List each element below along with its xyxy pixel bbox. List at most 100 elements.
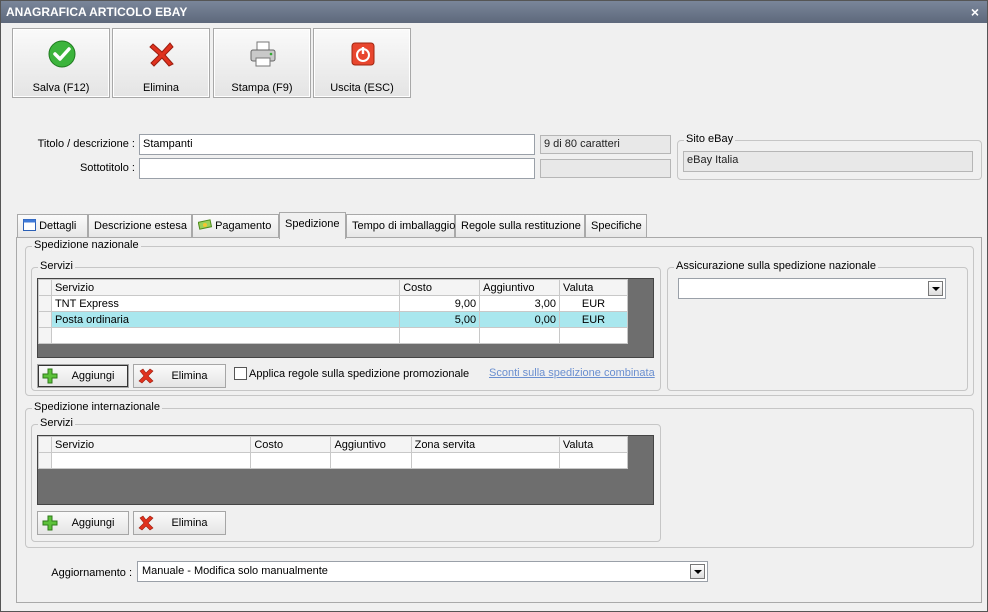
column-header[interactable]: Servizio xyxy=(50,279,401,296)
international-delete-label: Elimina xyxy=(171,517,208,529)
row-header xyxy=(38,295,52,312)
tab-pagamento[interactable]: Pagamento xyxy=(192,214,279,238)
title-char-counter: 9 di 80 caratteri xyxy=(540,135,671,154)
close-icon[interactable]: × xyxy=(971,1,979,23)
table-row[interactable]: TNT Express 9,00 3,00 EUR xyxy=(38,295,628,312)
cell-servizio[interactable] xyxy=(51,452,252,469)
cell-costo[interactable]: 5,00 xyxy=(399,311,481,328)
cell-aggiuntivo[interactable] xyxy=(479,327,561,344)
tab-spedizione[interactable]: Spedizione xyxy=(279,212,346,239)
tab-regole-restituzione[interactable]: Regole sulla restituzione xyxy=(455,214,585,238)
update-select[interactable]: Manuale - Modifica solo manualmente xyxy=(137,561,708,582)
ebay-site-value: eBay Italia xyxy=(683,151,973,172)
cell-servizio[interactable]: TNT Express xyxy=(50,295,401,312)
delete-x-icon xyxy=(138,515,154,531)
promo-rules-checkbox[interactable] xyxy=(234,367,247,380)
cell-servizio[interactable]: Posta ordinaria xyxy=(50,311,401,328)
row-header xyxy=(38,311,52,328)
window: ANAGRAFICA ARTICOLO EBAY × Salva (F12) E… xyxy=(0,0,988,612)
cell-valuta[interactable] xyxy=(559,327,628,344)
ebay-site-group: Sito eBay eBay Italia xyxy=(677,133,982,180)
national-add-button[interactable]: Aggiungi xyxy=(37,364,129,388)
promo-rules-label: Applica regole sulla spedizione promozio… xyxy=(249,368,470,380)
update-select-value: Manuale - Modifica solo manualmente xyxy=(142,565,328,577)
subtitle-label: Sottotitolo : xyxy=(79,162,135,174)
row-header xyxy=(37,436,53,453)
title-bar: ANAGRAFICA ARTICOLO EBAY × xyxy=(1,1,987,23)
international-services-legend: Servizi xyxy=(38,417,76,429)
tab-descrizione-estesa-label: Descrizione estesa xyxy=(94,220,187,232)
column-header[interactable]: Valuta xyxy=(559,279,628,296)
print-button[interactable]: Stampa (F9) xyxy=(213,28,311,98)
row-header xyxy=(38,327,52,344)
ebay-site-legend: Sito eBay xyxy=(684,133,736,145)
cell-aggiuntivo[interactable] xyxy=(330,452,412,469)
tab-pagamento-label: Pagamento xyxy=(215,220,272,232)
table-row-new[interactable] xyxy=(37,452,629,469)
cell-valuta[interactable]: EUR xyxy=(559,311,628,328)
national-add-label: Aggiungi xyxy=(71,370,115,382)
international-services-grid: Servizio Costo Aggiuntivo Zona servita V… xyxy=(37,435,654,505)
column-header[interactable]: Costo xyxy=(399,279,481,296)
check-icon xyxy=(48,40,76,68)
printer-icon xyxy=(250,41,276,67)
delete-x-icon xyxy=(138,368,154,384)
table-row[interactable]: Posta ordinaria 5,00 0,00 EUR xyxy=(38,311,628,328)
column-header[interactable]: Costo xyxy=(250,436,332,453)
insurance-legend: Assicurazione sulla spedizione nazionale xyxy=(674,260,878,272)
row-header xyxy=(38,279,52,296)
delete-button-label: Elimina xyxy=(142,82,180,94)
cell-aggiuntivo[interactable]: 0,00 xyxy=(479,311,561,328)
cell-servizio[interactable] xyxy=(50,327,401,344)
delete-button[interactable]: Elimina xyxy=(112,28,210,98)
tab-dettagli[interactable]: Dettagli xyxy=(17,214,88,238)
insurance-select[interactable] xyxy=(678,278,946,299)
row-header xyxy=(37,452,53,469)
title-field[interactable]: Stampanti xyxy=(139,134,535,155)
column-header[interactable]: Servizio xyxy=(51,436,252,453)
international-add-button[interactable]: Aggiungi xyxy=(37,511,129,535)
national-shipping-legend: Spedizione nazionale xyxy=(32,239,141,251)
chevron-down-icon[interactable] xyxy=(928,281,943,296)
power-icon xyxy=(351,42,375,66)
national-services-legend: Servizi xyxy=(38,260,76,272)
cell-costo[interactable] xyxy=(250,452,332,469)
table-row-new[interactable] xyxy=(38,327,628,344)
delete-x-icon xyxy=(149,42,174,67)
tab-spedizione-label: Spedizione xyxy=(285,218,340,230)
update-label: Aggiornamento : xyxy=(51,567,132,579)
plus-icon xyxy=(42,515,58,531)
national-services-table: Servizio Costo Aggiuntivo Valuta TNT Exp… xyxy=(38,279,628,344)
exit-button-label: Uscita (ESC) xyxy=(330,82,394,94)
plus-icon xyxy=(42,368,58,384)
calendar-icon xyxy=(23,219,36,231)
column-header[interactable]: Valuta xyxy=(558,436,629,453)
cell-zona-servita[interactable] xyxy=(410,452,560,469)
national-delete-button[interactable]: Elimina xyxy=(133,364,226,388)
subtitle-field[interactable] xyxy=(139,158,535,179)
national-services-grid: Servizio Costo Aggiuntivo Valuta TNT Exp… xyxy=(37,278,654,358)
tab-tempo-imballaggio-label: Tempo di imballaggio xyxy=(352,220,456,232)
cell-aggiuntivo[interactable]: 3,00 xyxy=(479,295,561,312)
combined-shipping-discounts-link[interactable]: Sconti sulla spedizione combinata xyxy=(489,367,655,379)
tab-tempo-imballaggio[interactable]: Tempo di imballaggio xyxy=(346,214,455,238)
tab-dettagli-label: Dettagli xyxy=(39,220,77,232)
money-icon xyxy=(197,219,213,230)
column-header[interactable]: Zona servita xyxy=(410,436,560,453)
international-add-label: Aggiungi xyxy=(71,517,115,529)
column-header[interactable]: Aggiuntivo xyxy=(330,436,412,453)
tab-descrizione-estesa[interactable]: Descrizione estesa xyxy=(88,214,192,238)
tab-specifiche[interactable]: Specifiche xyxy=(585,214,647,238)
cell-valuta[interactable] xyxy=(558,452,629,469)
cell-costo[interactable]: 9,00 xyxy=(399,295,481,312)
save-button[interactable]: Salva (F12) xyxy=(12,28,110,98)
tab-regole-restituzione-label: Regole sulla restituzione xyxy=(461,220,581,232)
national-delete-label: Elimina xyxy=(171,370,208,382)
cell-valuta[interactable]: EUR xyxy=(559,295,628,312)
chevron-down-icon[interactable] xyxy=(690,564,705,579)
save-button-label: Salva (F12) xyxy=(32,82,90,94)
exit-button[interactable]: Uscita (ESC) xyxy=(313,28,411,98)
column-header[interactable]: Aggiuntivo xyxy=(479,279,561,296)
international-delete-button[interactable]: Elimina xyxy=(133,511,226,535)
cell-costo[interactable] xyxy=(399,327,481,344)
